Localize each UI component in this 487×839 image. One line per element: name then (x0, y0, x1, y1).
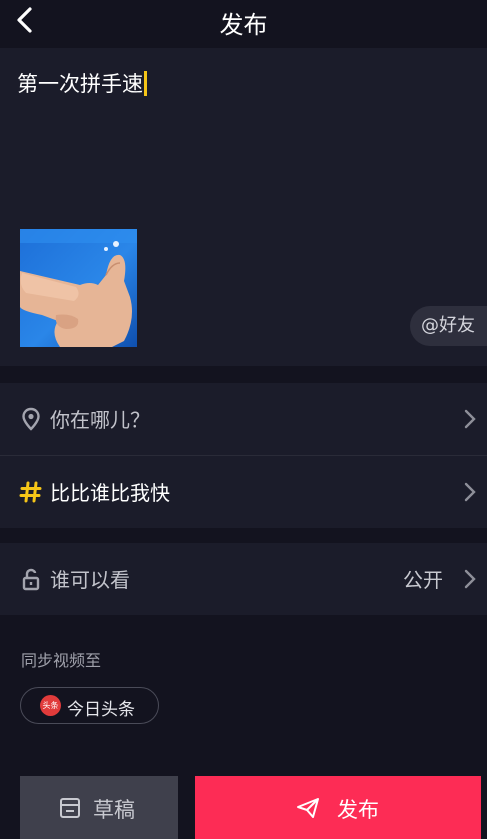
text-cursor (144, 71, 147, 96)
page-title: 发布 (219, 11, 268, 39)
sync-chip-label: 今日头条 (67, 700, 135, 720)
location-row[interactable]: 你在哪儿？ (0, 383, 487, 455)
paper-plane-icon (297, 798, 319, 818)
location-pin-icon (22, 407, 40, 431)
thumbnail-image (20, 229, 137, 347)
draft-label: 草稿 (93, 798, 135, 822)
compose-area: 第一次拼手速 @好友 (0, 48, 487, 366)
header-bar: 发布 (0, 0, 487, 48)
visibility-label: 谁可以看 (50, 568, 130, 592)
visibility-value: 公开 (403, 568, 443, 592)
draft-box-icon (60, 798, 80, 818)
mention-friend-button[interactable]: @好友 (410, 306, 487, 346)
save-draft-button[interactable]: 草稿 (20, 776, 178, 839)
caption-text: 第一次拼手速 (17, 72, 143, 96)
topic-row[interactable]: 比比谁比我快 (0, 456, 487, 528)
location-placeholder: 你在哪儿？ (50, 408, 150, 432)
visibility-row[interactable]: 谁可以看 公开 (0, 543, 487, 615)
hashtag-icon (19, 481, 42, 503)
chevron-right-icon (464, 569, 476, 589)
video-thumbnail[interactable] (20, 229, 137, 347)
chevron-right-icon (464, 482, 476, 502)
chevron-right-icon (464, 409, 476, 429)
publish-button[interactable]: 发布 (195, 776, 481, 839)
publish-label: 发布 (337, 798, 379, 822)
sync-section-title: 同步视频至 (21, 651, 102, 670)
unlock-icon (22, 568, 40, 591)
sync-toutiao-toggle[interactable]: 头条 今日头条 (20, 687, 159, 724)
toutiao-logo-icon: 头条 (40, 695, 61, 716)
caption-input[interactable]: 第一次拼手速 (17, 68, 147, 98)
topic-label: 比比谁比我快 (50, 481, 170, 505)
